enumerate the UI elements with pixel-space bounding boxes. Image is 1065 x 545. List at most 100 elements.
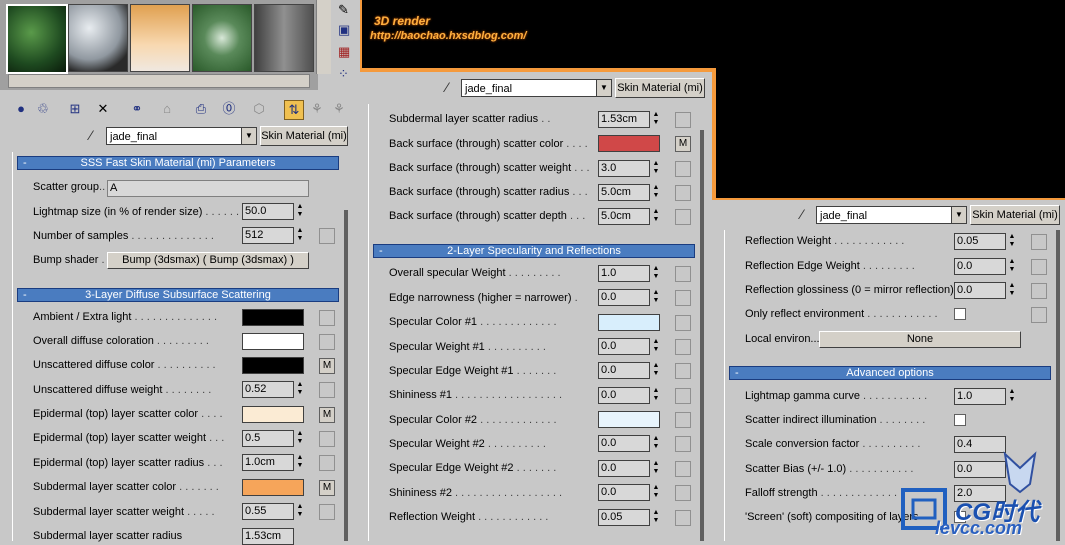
- spec-color1-map-slot[interactable]: [675, 315, 691, 331]
- refl-edge-arrows[interactable]: ▲ ▼: [1007, 258, 1017, 275]
- spec-weight1-arrows[interactable]: ▲ ▼: [651, 338, 661, 355]
- shin1-arrows[interactable]: ▲ ▼: [651, 387, 661, 404]
- material-name-combo-right[interactable]: jade_final: [816, 206, 952, 224]
- scatter-group-field[interactable]: A: [107, 180, 309, 197]
- refl-weight-spinner[interactable]: 0.05: [954, 233, 1006, 250]
- put-to-scene-icon[interactable]: ♲: [34, 100, 52, 118]
- epidermal-radius-spinner[interactable]: 1.0cm: [242, 454, 294, 471]
- subdermal-radius-spinner-left[interactable]: 1.53cm: [242, 528, 294, 545]
- spec-weight2-arrows[interactable]: ▲ ▼: [651, 435, 661, 452]
- overall-spec-arrows[interactable]: ▲ ▼: [651, 265, 661, 282]
- back-depth-map-slot[interactable]: [675, 209, 691, 225]
- samples-spinner[interactable]: 512: [242, 227, 294, 244]
- epidermal-radius-map-slot[interactable]: [319, 455, 335, 471]
- material-name-dropdown-mid[interactable]: ▼: [596, 79, 612, 97]
- subdermal-radius-arrows[interactable]: ▲ ▼: [651, 111, 661, 128]
- mid-panel-scrollbar[interactable]: [700, 130, 704, 541]
- spec-weight1-spinner[interactable]: 0.0: [598, 338, 650, 355]
- material-name-dropdown-right[interactable]: ▼: [951, 206, 967, 224]
- local-env-button[interactable]: None: [819, 331, 1021, 348]
- slots-horizontal-scrollbar[interactable]: [8, 74, 310, 88]
- shin1-map-slot[interactable]: [675, 388, 691, 404]
- spec-color1-swatch[interactable]: [598, 314, 660, 331]
- make-unique-icon[interactable]: ⌂: [158, 100, 176, 118]
- go-forward-sibling-icon[interactable]: ⚘: [330, 100, 348, 118]
- back-weight-spinner[interactable]: 3.0: [598, 160, 650, 177]
- refl-gloss-spinner[interactable]: 0.0: [954, 282, 1006, 299]
- shin2-spinner[interactable]: 0.0: [598, 484, 650, 501]
- material-type-button-right[interactable]: Skin Material (mi): [970, 205, 1060, 225]
- material-slot-gradient[interactable]: [130, 4, 190, 72]
- overall-diffuse-swatch[interactable]: [242, 333, 304, 350]
- advanced-rollup[interactable]: - Advanced options: [729, 366, 1051, 380]
- sample-type-icon[interactable]: ✎: [338, 2, 349, 18]
- show-end-result-icon[interactable]: ⇅: [284, 100, 304, 120]
- overall-spec-map-slot[interactable]: [675, 266, 691, 282]
- refl-weight-spinner-mid[interactable]: 0.05: [598, 509, 650, 526]
- spec-weight2-map-slot[interactable]: [675, 436, 691, 452]
- subdermal-weight-arrows[interactable]: ▲ ▼: [295, 503, 305, 520]
- spec-edge2-arrows[interactable]: ▲ ▼: [651, 460, 661, 477]
- subdermal-map-button[interactable]: M: [319, 480, 335, 496]
- lightmap-size-spinner[interactable]: 50.0: [242, 203, 294, 220]
- refl-edge-map-slot[interactable]: [1031, 259, 1047, 275]
- refl-gloss-arrows[interactable]: ▲ ▼: [1007, 282, 1017, 299]
- spec-edge2-map-slot[interactable]: [675, 461, 691, 477]
- epidermal-weight-spinner[interactable]: 0.5: [242, 430, 294, 447]
- refl-weight-arrows-mid[interactable]: ▲ ▼: [651, 509, 661, 526]
- material-id-icon[interactable]: ⓪: [220, 100, 238, 118]
- show-map-icon[interactable]: ⬡: [250, 100, 268, 118]
- edge-narrow-map-slot[interactable]: [675, 290, 691, 306]
- material-type-button[interactable]: Skin Material (mi): [260, 126, 348, 146]
- epidermal-weight-arrows[interactable]: ▲ ▼: [295, 430, 305, 447]
- slots-vertical-scrollbar[interactable]: [316, 0, 331, 74]
- material-slot-marble[interactable]: [192, 4, 252, 72]
- spec-edge1-map-slot[interactable]: [675, 363, 691, 379]
- pick-material-icon[interactable]: ⁄: [82, 126, 100, 144]
- material-name-dropdown[interactable]: ▼: [241, 127, 257, 145]
- unscattered-weight-map-slot[interactable]: [319, 382, 335, 398]
- gamma-spinner[interactable]: 1.0: [954, 388, 1006, 405]
- unscattered-weight-spinner[interactable]: 0.52: [242, 381, 294, 398]
- back-color-map-button[interactable]: M: [675, 136, 691, 152]
- bump-shader-button[interactable]: Bump (3dsmax) ( Bump (3dsmax) ): [107, 252, 309, 269]
- ambient-color-swatch[interactable]: [242, 309, 304, 326]
- refl-weight-map-slot-mid[interactable]: [675, 510, 691, 526]
- specular-rollup[interactable]: -2-Layer Specularity and Reflections: [373, 244, 695, 258]
- ambient-map-slot[interactable]: [319, 310, 335, 326]
- sss-params-rollup[interactable]: - SSS Fast Skin Material (mi) Parameters: [17, 156, 339, 170]
- assign-to-selection-icon[interactable]: ⊞: [66, 100, 84, 118]
- epidermal-weight-map-slot[interactable]: [319, 431, 335, 447]
- diffuse-sss-rollup[interactable]: -3-Layer Diffuse Subsurface Scattering: [17, 288, 339, 302]
- get-material-icon[interactable]: ●: [12, 100, 30, 118]
- refl-gloss-map-slot[interactable]: [1031, 283, 1047, 299]
- lightmap-size-arrows[interactable]: ▲ ▼: [295, 203, 305, 220]
- refl-weight-map-slot[interactable]: [1031, 234, 1047, 250]
- edge-narrow-arrows[interactable]: ▲ ▼: [651, 289, 661, 306]
- material-slot-jade[interactable]: [6, 4, 68, 74]
- backlight-icon[interactable]: ▣: [338, 22, 350, 38]
- spec-color2-map-slot[interactable]: [675, 412, 691, 428]
- back-radius-spinner[interactable]: 5.0cm: [598, 184, 650, 201]
- shin2-arrows[interactable]: ▲ ▼: [651, 484, 661, 501]
- shin2-map-slot[interactable]: [675, 485, 691, 501]
- epidermal-radius-arrows[interactable]: ▲ ▼: [295, 454, 305, 471]
- epidermal-color-swatch[interactable]: [242, 406, 304, 423]
- overall-diffuse-map-slot[interactable]: [319, 334, 335, 350]
- pick-material-icon-right[interactable]: ⁄: [793, 205, 811, 223]
- overall-spec-spinner[interactable]: 1.0: [598, 265, 650, 282]
- subdermal-weight-map-slot[interactable]: [319, 504, 335, 520]
- unscattered-weight-arrows[interactable]: ▲ ▼: [295, 381, 305, 398]
- back-weight-arrows[interactable]: ▲ ▼: [651, 160, 661, 177]
- put-to-library-icon[interactable]: ⎙: [192, 100, 210, 118]
- pick-material-icon-mid[interactable]: ⁄: [438, 78, 456, 96]
- spec-weight1-map-slot[interactable]: [675, 339, 691, 355]
- material-name-combo-mid[interactable]: jade_final: [461, 79, 597, 97]
- material-name-combo[interactable]: jade_final: [106, 127, 242, 145]
- unscattered-color-swatch[interactable]: [242, 357, 304, 374]
- spec-color2-swatch[interactable]: [598, 411, 660, 428]
- spec-edge2-spinner[interactable]: 0.0: [598, 460, 650, 477]
- background-icon[interactable]: ▦: [338, 44, 350, 60]
- shin1-spinner[interactable]: 0.0: [598, 387, 650, 404]
- back-color-swatch[interactable]: [598, 135, 660, 152]
